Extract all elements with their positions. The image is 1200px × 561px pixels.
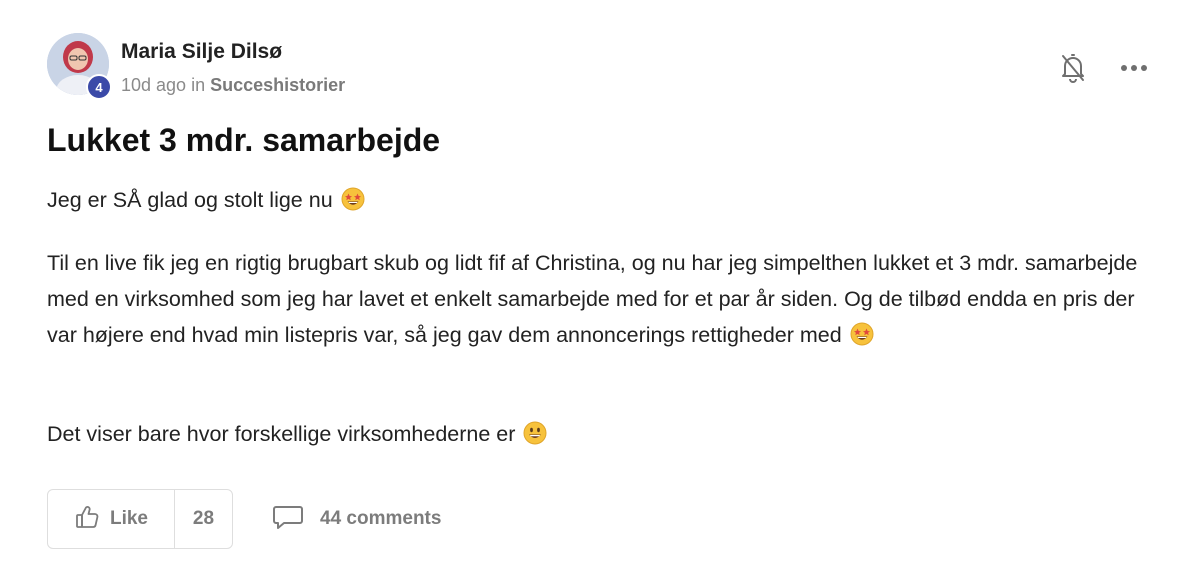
- like-control: Like 28: [47, 489, 233, 549]
- comments-button[interactable]: 44 comments: [272, 503, 441, 535]
- post-time: 10d ago: [121, 75, 187, 95]
- post-meta: 10d ago in Succeshistorier: [121, 75, 345, 96]
- post-card: 4 Maria Silje Dilsø 10d ago in Succeshis…: [0, 0, 1200, 561]
- like-label: Like: [109, 508, 149, 529]
- paragraph-text: Jeg er SÅ glad og stolt lige nu: [47, 188, 333, 212]
- star-struck-emoji: [341, 186, 365, 222]
- category-link[interactable]: Succeshistorier: [210, 75, 345, 95]
- paragraph-text: Til en live fik jeg en rigtig brugbart s…: [47, 251, 1138, 347]
- comment-bubble-icon: [272, 503, 304, 536]
- comments-label: 44 comments: [320, 508, 442, 529]
- author-name[interactable]: Maria Silje Dilsø: [121, 40, 282, 64]
- post-paragraph-3: Det viser bare hvor forskellige virksomh…: [47, 416, 1167, 456]
- like-count[interactable]: 28: [174, 490, 232, 548]
- paragraph-text: Det viser bare hvor forskellige virksomh…: [47, 422, 516, 446]
- post-paragraph-1: Jeg er SÅ glad og stolt lige nu: [47, 182, 1167, 222]
- post-paragraph-2: Til en live fik jeg en rigtig brugbart s…: [47, 245, 1167, 357]
- star-struck-emoji: [850, 321, 874, 357]
- grinning-emoji: [523, 420, 547, 456]
- more-horizontal-icon[interactable]: [1118, 55, 1150, 81]
- post-title: Lukket 3 mdr. samarbejde: [47, 122, 441, 158]
- level-badge: 4: [86, 74, 112, 100]
- post-meta-in: in: [191, 75, 206, 95]
- thumbs-up-icon: [74, 504, 100, 535]
- like-button[interactable]: Like: [48, 490, 174, 548]
- author-avatar-wrapper[interactable]: 4: [47, 33, 112, 100]
- bell-off-icon[interactable]: [1058, 52, 1088, 84]
